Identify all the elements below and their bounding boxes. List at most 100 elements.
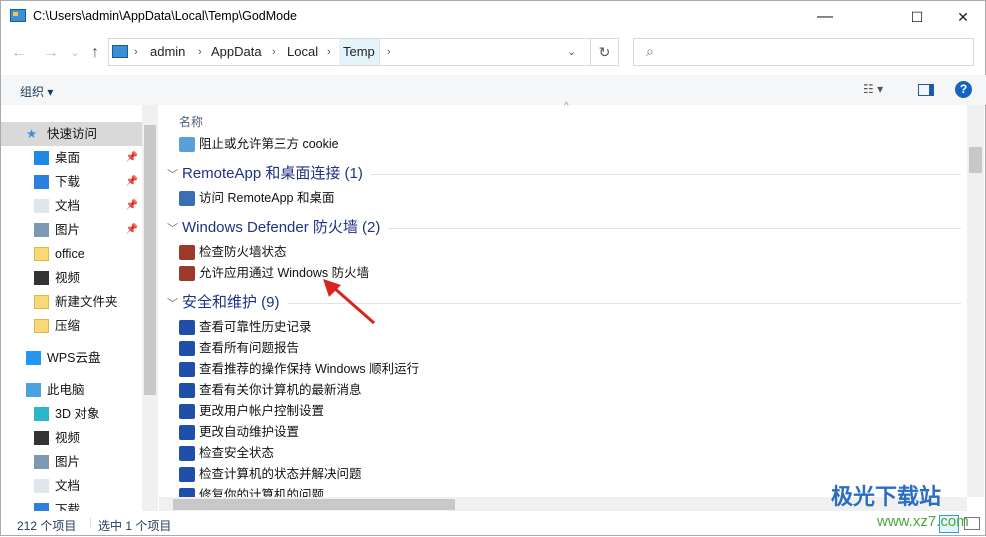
breadcrumb-admin[interactable]: admin [150, 39, 185, 65]
sidebar-item[interactable]: 文档 [1, 474, 142, 498]
address-dropdown-icon[interactable]: ⌄ [567, 39, 576, 65]
breadcrumb-temp[interactable]: Temp [339, 39, 380, 65]
sidebar-item[interactable]: ★ 快速访问 [1, 122, 142, 146]
maximize-button[interactable]: ☐ [894, 1, 940, 33]
group-divider [371, 174, 961, 175]
sidebar-item[interactable]: office [1, 242, 142, 266]
sidebar-item[interactable]: 图片 [1, 450, 142, 474]
item-label: 访问 RemoteApp 和桌面 [199, 191, 335, 205]
list-item[interactable]: 更改用户帐户控制设置 [179, 401, 324, 422]
item-label: 检查计算机的状态并解决问题 [199, 467, 362, 481]
folder-icon [34, 247, 49, 261]
item-label: 查看推荐的操作保持 Windows 顺利运行 [199, 362, 420, 376]
forward-button[interactable]: → [41, 43, 61, 63]
minimize-button[interactable]: — [802, 1, 848, 33]
sidebar-item-label: 视频 [55, 431, 81, 445]
sidebar-item[interactable]: 文档 📌 [1, 194, 142, 218]
sidebar-item[interactable]: 此电脑 [1, 378, 142, 402]
cloud-icon [26, 351, 41, 365]
view-options-button[interactable]: ☷ ▾ [863, 82, 883, 96]
firewall-icon [179, 266, 195, 282]
sidebar-item-label: 新建文件夹 [55, 295, 118, 309]
chevron-right-icon[interactable]: › [387, 39, 391, 65]
horizontal-scroll-thumb[interactable] [173, 499, 455, 510]
computer-icon [26, 383, 41, 397]
item-label: 检查安全状态 [199, 446, 275, 460]
folder-window-icon [10, 9, 26, 22]
pictures-icon [34, 223, 49, 237]
folder-icon [34, 295, 49, 309]
group-label: Windows Defender 防火墙 (2) [182, 219, 381, 236]
chevron-down-icon: ﹀ [167, 169, 178, 181]
video-icon [34, 271, 49, 285]
list-item[interactable]: 查看推荐的操作保持 Windows 顺利运行 [179, 359, 419, 380]
sidebar-item[interactable]: 图片 📌 [1, 218, 142, 242]
sidebar-item[interactable]: 视频 [1, 426, 142, 450]
flag-icon [179, 467, 195, 483]
list-item[interactable]: 查看可靠性历史记录 [179, 317, 312, 338]
pin-icon: 📌 [125, 176, 138, 187]
list-item[interactable]: 访问 RemoteApp 和桌面 [179, 188, 334, 209]
sidebar-item-label: 3D 对象 [55, 407, 100, 421]
organize-menu[interactable]: 组织 ▾ [20, 83, 53, 100]
flag-icon [179, 404, 195, 420]
sidebar-item[interactable]: 新建文件夹 [1, 290, 142, 314]
selected-count: 选中 1 个项目 [98, 519, 172, 533]
chevron-right-icon: › [134, 46, 138, 58]
status-bar: 212 个项目 | 选中 1 个项目 [1, 513, 986, 537]
vertical-scroll-thumb[interactable] [969, 147, 982, 173]
list-item[interactable]: 修复你的计算机的问题 [179, 485, 324, 497]
recent-locations-button[interactable]: ⌄ [65, 43, 85, 63]
group-header[interactable]: ﹀ 安全和维护 (9) [167, 290, 961, 316]
list-item[interactable]: 更改自动维护设置 [179, 422, 299, 443]
internet-options-icon [179, 137, 195, 153]
breadcrumb-appdata[interactable]: AppData [211, 39, 262, 65]
sidebar-item-label: 图片 [55, 455, 81, 469]
file-list: 名称 阻止或允许第三方 cookie ﹀ RemoteApp 和桌面连接 (1) 访问… [159, 105, 967, 497]
up-button[interactable]: ↑ [85, 43, 105, 63]
command-bar: 组织 ▾ ☷ ▾ ? [1, 75, 986, 105]
firewall-icon [179, 245, 195, 261]
help-button[interactable]: ? [955, 81, 972, 98]
preview-pane-button[interactable] [918, 84, 934, 96]
sidebar-item[interactable]: 压缩 [1, 314, 142, 338]
back-button[interactable]: ← [9, 43, 29, 63]
sidebar-item[interactable]: 桌面 📌 [1, 146, 142, 170]
group-header[interactable]: ﹀ RemoteApp 和桌面连接 (1) [167, 161, 961, 187]
sidebar-item[interactable]: WPS云盘 [1, 346, 142, 370]
search-input[interactable]: ⌕ [633, 38, 974, 66]
sidebar-item-label: 下载 [55, 175, 81, 189]
sidebar-scroll-thumb[interactable] [144, 125, 156, 395]
list-item[interactable]: 检查防火墙状态 [179, 242, 287, 263]
document-icon [34, 479, 49, 493]
sidebar-item-label: WPS云盘 [47, 351, 101, 365]
close-button[interactable]: ✕ [940, 1, 986, 33]
column-header-name[interactable]: 名称 [179, 113, 203, 130]
list-item[interactable]: 查看所有问题报告 [179, 338, 299, 359]
list-item[interactable]: 检查安全状态 [179, 443, 274, 464]
sidebar-item-label: 图片 [55, 223, 81, 237]
refresh-button[interactable]: ↻ [591, 38, 619, 66]
list-item[interactable]: 检查计算机的状态并解决问题 [179, 464, 362, 485]
group-divider [288, 303, 961, 304]
download-icon [34, 175, 49, 189]
sidebar-item[interactable]: 3D 对象 [1, 402, 142, 426]
group-header[interactable]: ﹀ Windows Defender 防火墙 (2) [167, 215, 961, 241]
sidebar-item-label: 桌面 [55, 151, 81, 165]
item-label: 允许应用通过 Windows 防火墙 [199, 266, 370, 280]
sidebar-item[interactable]: 视频 [1, 266, 142, 290]
desktop-icon [34, 151, 49, 165]
list-item[interactable]: 查看有关你计算机的最新消息 [179, 380, 362, 401]
video-icon [34, 431, 49, 445]
sidebar-item-label: 压缩 [55, 319, 81, 333]
sidebar-item[interactable]: 下载 [1, 498, 142, 511]
address-bar[interactable]: › admin › AppData › Local › Temp › ⌄ [108, 38, 591, 66]
group-label: RemoteApp 和桌面连接 (1) [182, 165, 363, 182]
chevron-right-icon: › [198, 46, 202, 58]
list-item[interactable]: 阻止或允许第三方 cookie [179, 134, 339, 155]
chevron-right-icon: › [272, 46, 276, 58]
sidebar-item[interactable]: 下载 📌 [1, 170, 142, 194]
download-icon [34, 503, 49, 511]
breadcrumb-local[interactable]: Local [287, 39, 318, 65]
window-title: C:\Users\admin\AppData\Local\Temp\GodMod… [33, 9, 298, 23]
